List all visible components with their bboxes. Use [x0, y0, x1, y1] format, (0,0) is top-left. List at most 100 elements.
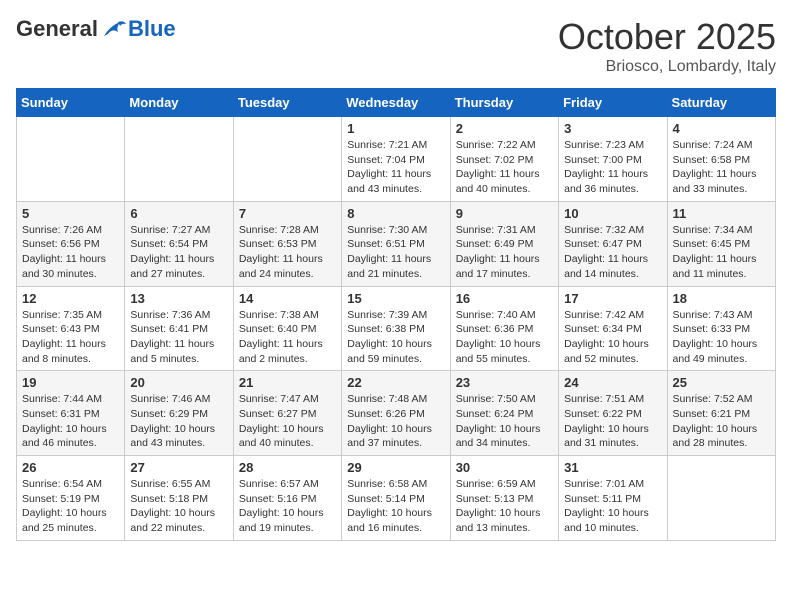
calendar-cell: 22 Sunrise: 7:48 AMSunset: 6:26 PMDayligh…	[342, 371, 450, 456]
day-header-sunday: Sunday	[17, 89, 125, 117]
day-info: Sunrise: 7:35 AMSunset: 6:43 PMDaylight:…	[22, 308, 119, 367]
day-info: Sunrise: 6:55 AMSunset: 5:18 PMDaylight:…	[130, 477, 227, 536]
day-number: 17	[564, 291, 661, 306]
calendar-cell: 2 Sunrise: 7:22 AMSunset: 7:02 PMDaylight…	[450, 117, 558, 202]
calendar-cell: 4 Sunrise: 7:24 AMSunset: 6:58 PMDaylight…	[667, 117, 775, 202]
calendar-cell: 6Sunrise: 7:27 AMSunset: 6:54 PMDaylight…	[125, 201, 233, 286]
calendar-cell: 9Sunrise: 7:31 AMSunset: 6:49 PMDaylight…	[450, 201, 558, 286]
day-number: 11	[673, 206, 770, 221]
day-number: 18	[673, 291, 770, 306]
day-info: Sunrise: 7:30 AMSunset: 6:51 PMDaylight:…	[347, 223, 444, 282]
calendar-cell: 24 Sunrise: 7:51 AMSunset: 6:22 PMDayligh…	[559, 371, 667, 456]
day-number: 1	[347, 121, 444, 136]
day-info: Sunrise: 7:42 AMSunset: 6:34 PMDaylight:…	[564, 308, 661, 367]
calendar-cell: 28 Sunrise: 6:57 AMSunset: 5:16 PMDayligh…	[233, 456, 341, 541]
day-number: 5	[22, 206, 119, 221]
logo-bird-icon	[100, 18, 128, 40]
location: Briosco, Lombardy, Italy	[558, 58, 776, 76]
day-number: 26	[22, 460, 119, 475]
day-info: Sunrise: 6:59 AMSunset: 5:13 PMDaylight:…	[456, 477, 553, 536]
day-info: Sunrise: 6:58 AMSunset: 5:14 PMDaylight:…	[347, 477, 444, 536]
calendar-cell: 7Sunrise: 7:28 AMSunset: 6:53 PMDaylight…	[233, 201, 341, 286]
day-info: Sunrise: 7:50 AMSunset: 6:24 PMDaylight:…	[456, 392, 553, 451]
day-info: Sunrise: 7:28 AMSunset: 6:53 PMDaylight:…	[239, 223, 336, 282]
day-info: Sunrise: 7:40 AMSunset: 6:36 PMDaylight:…	[456, 308, 553, 367]
calendar-week-row: 1Sunrise: 7:21 AMSunset: 7:04 PMDaylight…	[17, 117, 776, 202]
day-number: 4	[673, 121, 770, 136]
day-number: 3	[564, 121, 661, 136]
day-number: 25	[673, 375, 770, 390]
calendar-cell: 5 Sunrise: 7:26 AMSunset: 6:56 PMDaylight…	[17, 201, 125, 286]
day-info: Sunrise: 7:01 AMSunset: 5:11 PMDaylight:…	[564, 477, 661, 536]
calendar-cell: 29Sunrise: 6:58 AMSunset: 5:14 PMDayligh…	[342, 456, 450, 541]
calendar-cell	[667, 456, 775, 541]
day-number: 21	[239, 375, 336, 390]
day-number: 30	[456, 460, 553, 475]
logo: General Blue	[16, 16, 176, 42]
calendar-cell: 27 Sunrise: 6:55 AMSunset: 5:18 PMDayligh…	[125, 456, 233, 541]
day-number: 20	[130, 375, 227, 390]
calendar-cell: 15Sunrise: 7:39 AMSunset: 6:38 PMDayligh…	[342, 286, 450, 371]
logo-blue-text: Blue	[128, 16, 176, 42]
calendar-cell: 17 Sunrise: 7:42 AMSunset: 6:34 PMDayligh…	[559, 286, 667, 371]
day-info: Sunrise: 7:32 AMSunset: 6:47 PMDaylight:…	[564, 223, 661, 282]
calendar-cell: 14Sunrise: 7:38 AMSunset: 6:40 PMDayligh…	[233, 286, 341, 371]
calendar-week-row: 5 Sunrise: 7:26 AMSunset: 6:56 PMDaylight…	[17, 201, 776, 286]
day-number: 22	[347, 375, 444, 390]
calendar-cell: 21 Sunrise: 7:47 AMSunset: 6:27 PMDayligh…	[233, 371, 341, 456]
day-number: 27	[130, 460, 227, 475]
day-number: 24	[564, 375, 661, 390]
logo-general-text: General	[16, 16, 98, 42]
page-header: General Blue October 2025 Briosco, Lomba…	[16, 16, 776, 76]
day-info: Sunrise: 7:26 AMSunset: 6:56 PMDaylight:…	[22, 223, 119, 282]
calendar-week-row: 19 Sunrise: 7:44 AMSunset: 6:31 PMDayligh…	[17, 371, 776, 456]
day-number: 6	[130, 206, 227, 221]
day-number: 13	[130, 291, 227, 306]
calendar-table: SundayMondayTuesdayWednesdayThursdayFrid…	[16, 88, 776, 541]
day-info: Sunrise: 7:36 AMSunset: 6:41 PMDaylight:…	[130, 308, 227, 367]
day-header-wednesday: Wednesday	[342, 89, 450, 117]
day-info: Sunrise: 7:38 AMSunset: 6:40 PMDaylight:…	[239, 308, 336, 367]
day-info: Sunrise: 7:24 AMSunset: 6:58 PMDaylight:…	[673, 138, 770, 197]
calendar-cell: 20 Sunrise: 7:46 AMSunset: 6:29 PMDayligh…	[125, 371, 233, 456]
calendar-cell: 8 Sunrise: 7:30 AMSunset: 6:51 PMDaylight…	[342, 201, 450, 286]
day-number: 28	[239, 460, 336, 475]
day-info: Sunrise: 7:34 AMSunset: 6:45 PMDaylight:…	[673, 223, 770, 282]
calendar-cell: 31 Sunrise: 7:01 AMSunset: 5:11 PMDayligh…	[559, 456, 667, 541]
calendar-cell: 10Sunrise: 7:32 AMSunset: 6:47 PMDayligh…	[559, 201, 667, 286]
day-info: Sunrise: 6:54 AMSunset: 5:19 PMDaylight:…	[22, 477, 119, 536]
calendar-cell: 23 Sunrise: 7:50 AMSunset: 6:24 PMDayligh…	[450, 371, 558, 456]
day-header-monday: Monday	[125, 89, 233, 117]
calendar-week-row: 26 Sunrise: 6:54 AMSunset: 5:19 PMDayligh…	[17, 456, 776, 541]
calendar-cell	[17, 117, 125, 202]
day-info: Sunrise: 7:48 AMSunset: 6:26 PMDaylight:…	[347, 392, 444, 451]
day-number: 12	[22, 291, 119, 306]
day-number: 2	[456, 121, 553, 136]
calendar-cell: 13 Sunrise: 7:36 AMSunset: 6:41 PMDayligh…	[125, 286, 233, 371]
calendar-cell: 1Sunrise: 7:21 AMSunset: 7:04 PMDaylight…	[342, 117, 450, 202]
day-number: 31	[564, 460, 661, 475]
month-title: October 2025	[558, 16, 776, 58]
title-block: October 2025 Briosco, Lombardy, Italy	[558, 16, 776, 76]
day-number: 9	[456, 206, 553, 221]
day-number: 16	[456, 291, 553, 306]
calendar-cell: 16 Sunrise: 7:40 AMSunset: 6:36 PMDayligh…	[450, 286, 558, 371]
calendar-cell: 18 Sunrise: 7:43 AMSunset: 6:33 PMDayligh…	[667, 286, 775, 371]
day-info: Sunrise: 7:43 AMSunset: 6:33 PMDaylight:…	[673, 308, 770, 367]
day-number: 8	[347, 206, 444, 221]
calendar-cell: 12 Sunrise: 7:35 AMSunset: 6:43 PMDayligh…	[17, 286, 125, 371]
day-info: Sunrise: 7:51 AMSunset: 6:22 PMDaylight:…	[564, 392, 661, 451]
day-header-friday: Friday	[559, 89, 667, 117]
calendar-cell	[233, 117, 341, 202]
day-info: Sunrise: 7:47 AMSunset: 6:27 PMDaylight:…	[239, 392, 336, 451]
day-info: Sunrise: 6:57 AMSunset: 5:16 PMDaylight:…	[239, 477, 336, 536]
day-number: 19	[22, 375, 119, 390]
calendar-header-row: SundayMondayTuesdayWednesdayThursdayFrid…	[17, 89, 776, 117]
day-number: 23	[456, 375, 553, 390]
calendar-week-row: 12 Sunrise: 7:35 AMSunset: 6:43 PMDayligh…	[17, 286, 776, 371]
calendar-cell: 26 Sunrise: 6:54 AMSunset: 5:19 PMDayligh…	[17, 456, 125, 541]
day-info: Sunrise: 7:46 AMSunset: 6:29 PMDaylight:…	[130, 392, 227, 451]
day-info: Sunrise: 7:44 AMSunset: 6:31 PMDaylight:…	[22, 392, 119, 451]
day-info: Sunrise: 7:22 AMSunset: 7:02 PMDaylight:…	[456, 138, 553, 197]
day-info: Sunrise: 7:52 AMSunset: 6:21 PMDaylight:…	[673, 392, 770, 451]
